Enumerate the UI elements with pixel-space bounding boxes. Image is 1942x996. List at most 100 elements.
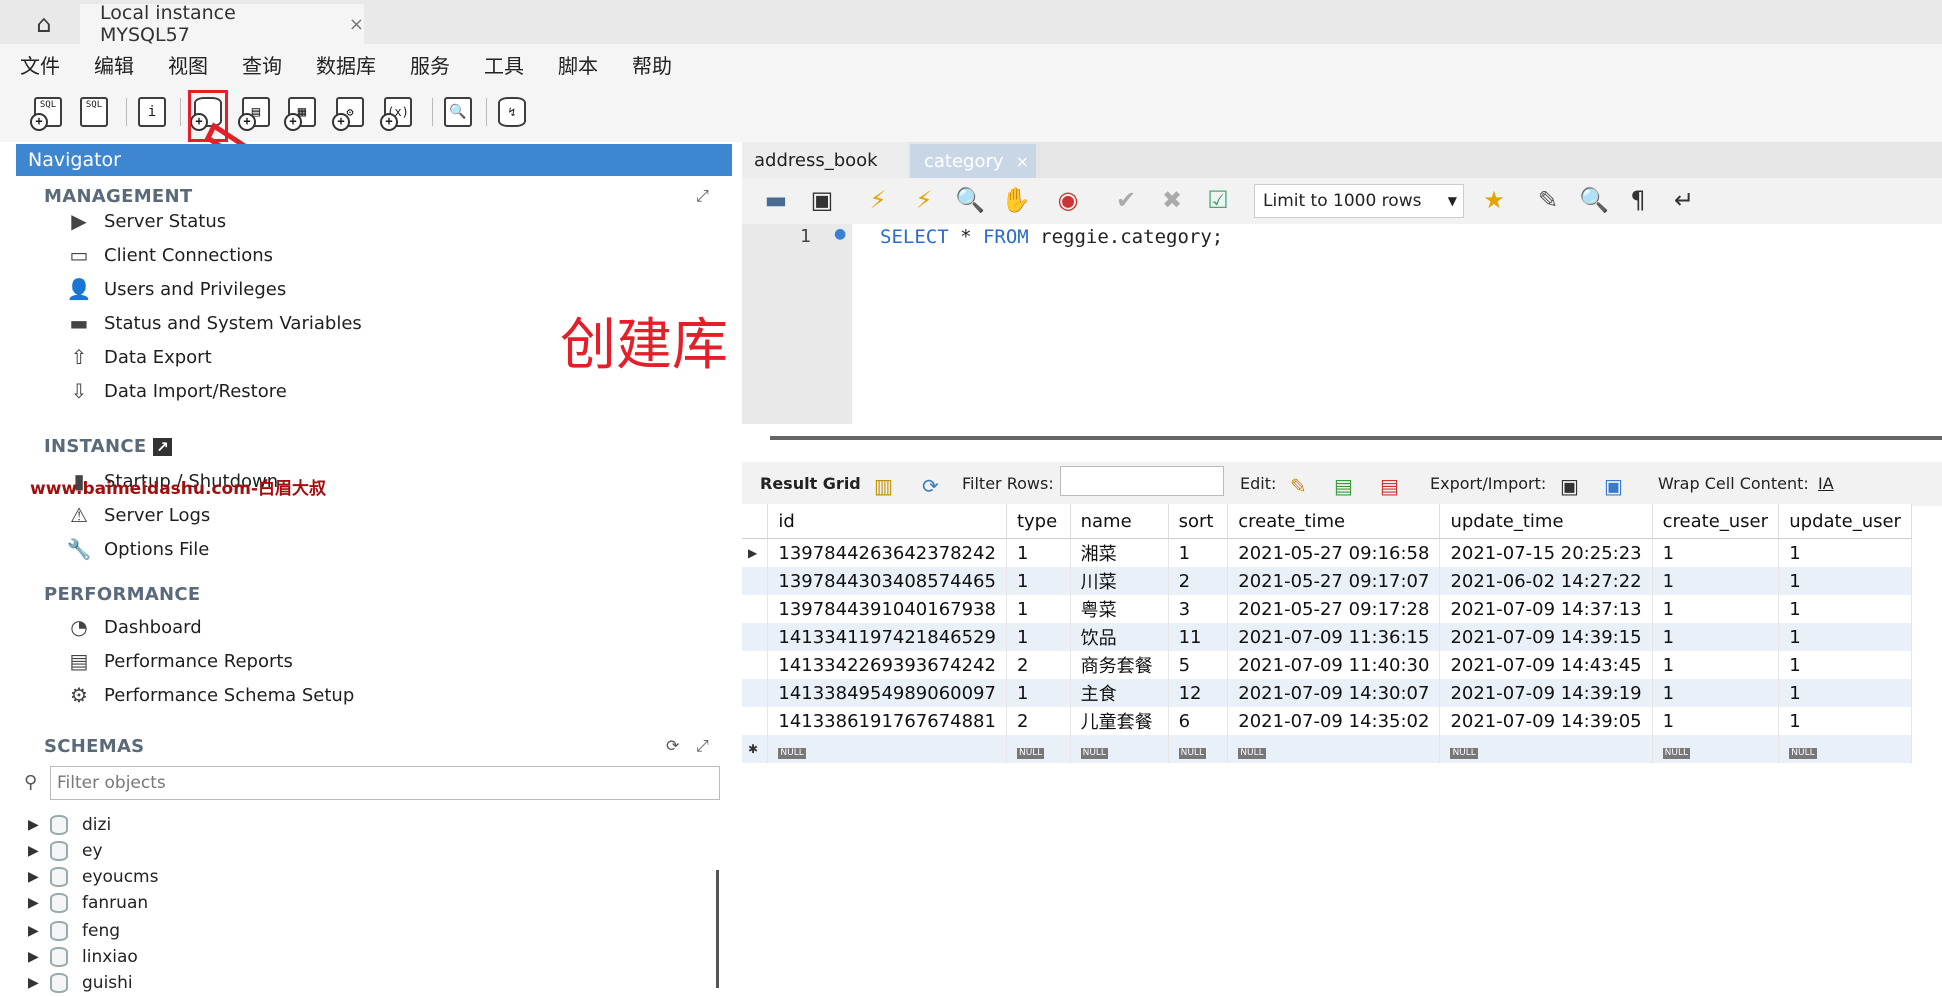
schema-item[interactable]: ▶ feng [28,918,120,944]
menu-tools[interactable]: 工具 [464,50,538,79]
nav-status-variables[interactable]: ▬ Status and System Variables [66,308,362,338]
menu-bar: 文件 编辑 视图 查询 数据库 服务 工具 脚本 帮助 [0,44,1942,84]
invisible-chars-icon[interactable]: ¶ [1622,184,1654,216]
add-row-icon[interactable]: ▤ [1334,474,1353,498]
schema-item[interactable]: ▶ dizi [28,812,111,838]
table-row[interactable]: 1413342269393674242 2 商务套餐 5 2021-07-09 11:4… [742,651,1912,679]
menu-view[interactable]: 视图 [148,50,222,79]
import-icon[interactable]: ▣ [1604,474,1623,498]
filter-rows-input[interactable] [1060,466,1224,496]
schema-item[interactable]: ▶ fanruan [28,890,148,916]
sql-editor[interactable] [852,224,1942,424]
schema-item[interactable]: ▶ guishi [28,970,133,996]
find-icon[interactable]: 🔍 [1578,184,1610,216]
table-row[interactable]: 1413386191767674881 2 儿童套餐 6 2021-07-09 14:3… [742,707,1912,735]
schema-item[interactable]: ▶ ey [28,838,103,864]
table-row[interactable]: ▶ 1397844263642378242 1 湘菜 1 2021-05-27 09:1… [742,538,1912,567]
line-number: 1 [800,226,811,247]
bookmark-icon[interactable]: ★ [1478,184,1510,216]
commit-icon[interactable]: ✔ [1110,184,1142,216]
expand-icon[interactable]: ⤢ [696,186,709,206]
schema-item[interactable]: ▶ eyoucms [28,864,158,890]
nav-users-privileges[interactable]: 👤 Users and Privileges [66,274,287,304]
tab-category[interactable]: category × [910,144,1036,178]
tab-address-book[interactable]: address_book [742,142,908,178]
execute-icon[interactable]: ⚡ [862,184,894,216]
beautify-icon[interactable]: ✎ [1532,184,1564,216]
home-icon[interactable]: ⌂ [24,8,64,40]
database-icon [50,867,68,887]
panel-splitter[interactable] [770,436,1942,440]
expand-schemas-icon[interactable]: ⤢ [696,736,709,756]
database-icon [50,841,68,861]
database-icon [50,973,68,993]
expand-arrow-icon: ▶ [28,895,39,911]
menu-server[interactable]: 服务 [390,50,464,79]
navigator-header: Navigator [16,144,732,176]
open-sql-script-icon[interactable]: SQL [74,92,114,132]
edit-row-icon[interactable]: ✎ [1290,474,1307,498]
menu-scripting[interactable]: 脚本 [538,50,612,79]
scrollbar[interactable] [716,870,719,988]
explain-icon[interactable]: 🔍 [954,184,986,216]
refresh-icon[interactable]: ⟳ [666,736,679,755]
menu-database[interactable]: 数据库 [296,50,390,79]
autocommit-icon[interactable]: ☑ [1202,184,1234,216]
rollback-icon[interactable]: ✖ [1156,184,1188,216]
grid-view-icon[interactable]: ▥ [874,474,893,498]
nav-client-connections[interactable]: ▭ Client Connections [66,240,274,270]
nav-server-logs[interactable]: ⚠ Server Logs [66,500,210,530]
nav-dashboard[interactable]: ◔ Dashboard [66,612,201,642]
col-create-user[interactable]: create_user [1652,504,1780,539]
menu-file[interactable]: 文件 [0,50,74,79]
sql-text[interactable]: SELECT * FROM reggie.category; [880,226,1223,248]
col-type[interactable]: type [1006,504,1071,539]
close-icon[interactable]: × [349,14,364,35]
schema-item[interactable]: ▶ linxiao [28,944,138,970]
inspector-icon[interactable]: i [132,92,172,132]
col-update-user[interactable]: update_user [1778,504,1912,539]
nav-performance-schema-setup[interactable]: ⚙ Performance Schema Setup [66,680,354,710]
management-title: MANAGEMENT [44,186,193,207]
navigator-title: Navigator [28,149,121,171]
new-sql-tab-icon[interactable]: SQL + [28,92,68,132]
refresh-icon[interactable]: ⟳ [922,474,939,498]
col-create-time[interactable]: create_time [1227,504,1441,539]
nav-performance-reports[interactable]: ▤ Performance Reports [66,646,293,676]
execute-current-icon[interactable]: ⚡ [908,184,940,216]
result-grid-label[interactable]: Result Grid [760,474,861,493]
col-sort[interactable]: sort [1168,504,1229,539]
delete-row-icon[interactable]: ▤ [1380,474,1399,498]
filter-objects-input[interactable]: Filter objects [50,766,720,800]
menu-edit[interactable]: 编辑 [74,50,148,79]
stop-icon[interactable]: ✋ [1000,184,1032,216]
instance-icon: ↗ [153,438,172,456]
export-icon[interactable]: ▣ [1560,474,1579,498]
nav-server-status[interactable]: ▶ Server Status [66,206,226,236]
expand-arrow-icon: ▶ [28,817,39,833]
save-icon[interactable]: ▣ [806,184,838,216]
database-icon [50,893,68,913]
table-row[interactable]: 1397844303408574465 1 川菜 2 2021-05-27 09:17:… [742,567,1912,595]
table-row[interactable]: 1397844391040167938 1 粤菜 3 2021-05-27 09:17:… [742,595,1912,623]
col-update-time[interactable]: update_time [1439,504,1653,539]
col-name[interactable]: name [1070,504,1169,539]
warning-icon: ⚠ [70,503,88,527]
nav-data-import[interactable]: ⇩ Data Import/Restore [66,376,287,406]
wrap-cell-icon[interactable]: IA [1818,474,1834,493]
expand-arrow-icon: ▶ [28,949,39,965]
table-row[interactable]: 1413341197421846529 1 饮品 11 2021-07-09 11:36… [742,623,1912,651]
nav-options-file[interactable]: 🔧 Options File [66,534,210,564]
table-row[interactable]: 1413384954989060097 1 主食 12 2021-07-09 14:30… [742,679,1912,707]
nav-data-export[interactable]: ⇧ Data Export [66,342,212,372]
wrap-lines-icon[interactable]: ↵ [1668,184,1700,216]
open-folder-icon[interactable]: ▬ [760,184,792,216]
toggle-error-icon[interactable]: ◉ [1052,184,1084,216]
connection-tab[interactable]: Local instance MYSQL57 × [80,2,364,46]
limit-rows-select[interactable]: Limit to 1000 rows ▼ [1254,184,1464,218]
new-row[interactable]: ✱ NULL NULL NULL NULL NULL NULL NULL NUL… [742,735,1912,763]
menu-help[interactable]: 帮助 [612,50,686,79]
menu-query[interactable]: 查询 [222,50,296,79]
connection-tab-label: Local instance MYSQL57 [100,2,236,46]
col-id[interactable]: id [767,504,1007,539]
